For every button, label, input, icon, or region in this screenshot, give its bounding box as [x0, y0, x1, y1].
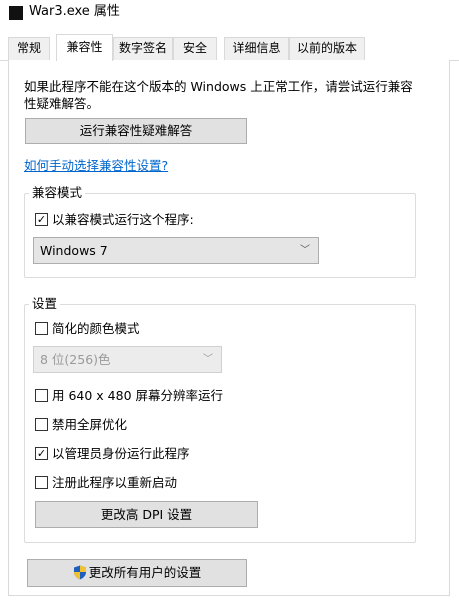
reduced-color-checkbox[interactable]: [35, 322, 48, 335]
compat-mode-group: [24, 193, 416, 278]
manual-settings-link[interactable]: 如何手动选择兼容性设置?: [24, 155, 168, 174]
chevron-down-icon: ﹀: [203, 354, 213, 365]
compat-mode-checkbox[interactable]: ✓: [35, 213, 48, 226]
color-depth-select: 8 位(256)色 ﹀: [33, 346, 222, 373]
intro-text: 如果此程序不能在这个版本的 Windows 上正常工作，请尝试运行兼容 性疑难解…: [24, 78, 420, 112]
window-title: War3.exe 属性: [29, 4, 120, 19]
intro-line-2: 性疑难解答。: [24, 96, 100, 111]
tab-compatibility[interactable]: 兼容性: [56, 34, 113, 61]
tab-security[interactable]: 安全: [173, 37, 217, 60]
intro-line-1: 如果此程序不能在这个版本的 Windows 上正常工作，请尝试运行兼容: [24, 79, 413, 94]
uac-shield-icon: [73, 565, 86, 579]
change-dpi-button[interactable]: 更改高 DPI 设置: [35, 501, 258, 528]
checkmark-icon: ✓: [36, 213, 47, 226]
resolution-label[interactable]: 用 640 x 480 屏幕分辨率运行: [52, 388, 223, 403]
reduced-color-label[interactable]: 简化的颜色模式: [52, 321, 140, 336]
settings-legend: 设置: [29, 296, 61, 311]
compat-mode-label[interactable]: 以兼容模式运行这个程序:: [52, 212, 194, 227]
run-as-admin-label[interactable]: 以管理员身份运行此程序: [52, 446, 190, 461]
tab-details[interactable]: 详细信息: [224, 37, 289, 60]
change-all-users-label: 更改所有用户的设置: [88, 565, 202, 580]
compat-mode-legend: 兼容模式: [29, 185, 86, 200]
tab-previous-versions[interactable]: 以前的版本: [289, 37, 365, 60]
run-troubleshooter-button[interactable]: 运行兼容性疑难解答: [25, 118, 247, 144]
fullscreen-opt-label[interactable]: 禁用全屏优化: [52, 417, 127, 432]
fullscreen-opt-checkbox[interactable]: [35, 418, 48, 431]
color-depth-value: 8 位(256)色: [40, 352, 111, 367]
title-bar: War3.exe 属性: [0, 0, 459, 26]
app-icon: [9, 6, 23, 20]
tab-general[interactable]: 常规: [8, 37, 50, 60]
run-as-admin-checkbox[interactable]: ✓: [35, 447, 48, 460]
checkmark-icon: ✓: [36, 447, 47, 460]
register-restart-label[interactable]: 注册此程序以重新启动: [52, 475, 177, 490]
chevron-down-icon: ﹀: [300, 245, 310, 256]
resolution-checkbox[interactable]: [35, 389, 48, 402]
os-version-select[interactable]: Windows 7 ﹀: [33, 237, 319, 264]
change-all-users-button[interactable]: 更改所有用户的设置: [27, 559, 247, 587]
register-restart-checkbox[interactable]: [35, 476, 48, 489]
os-version-value: Windows 7: [40, 243, 108, 258]
tab-digital-signatures[interactable]: 数字签名: [113, 37, 173, 60]
